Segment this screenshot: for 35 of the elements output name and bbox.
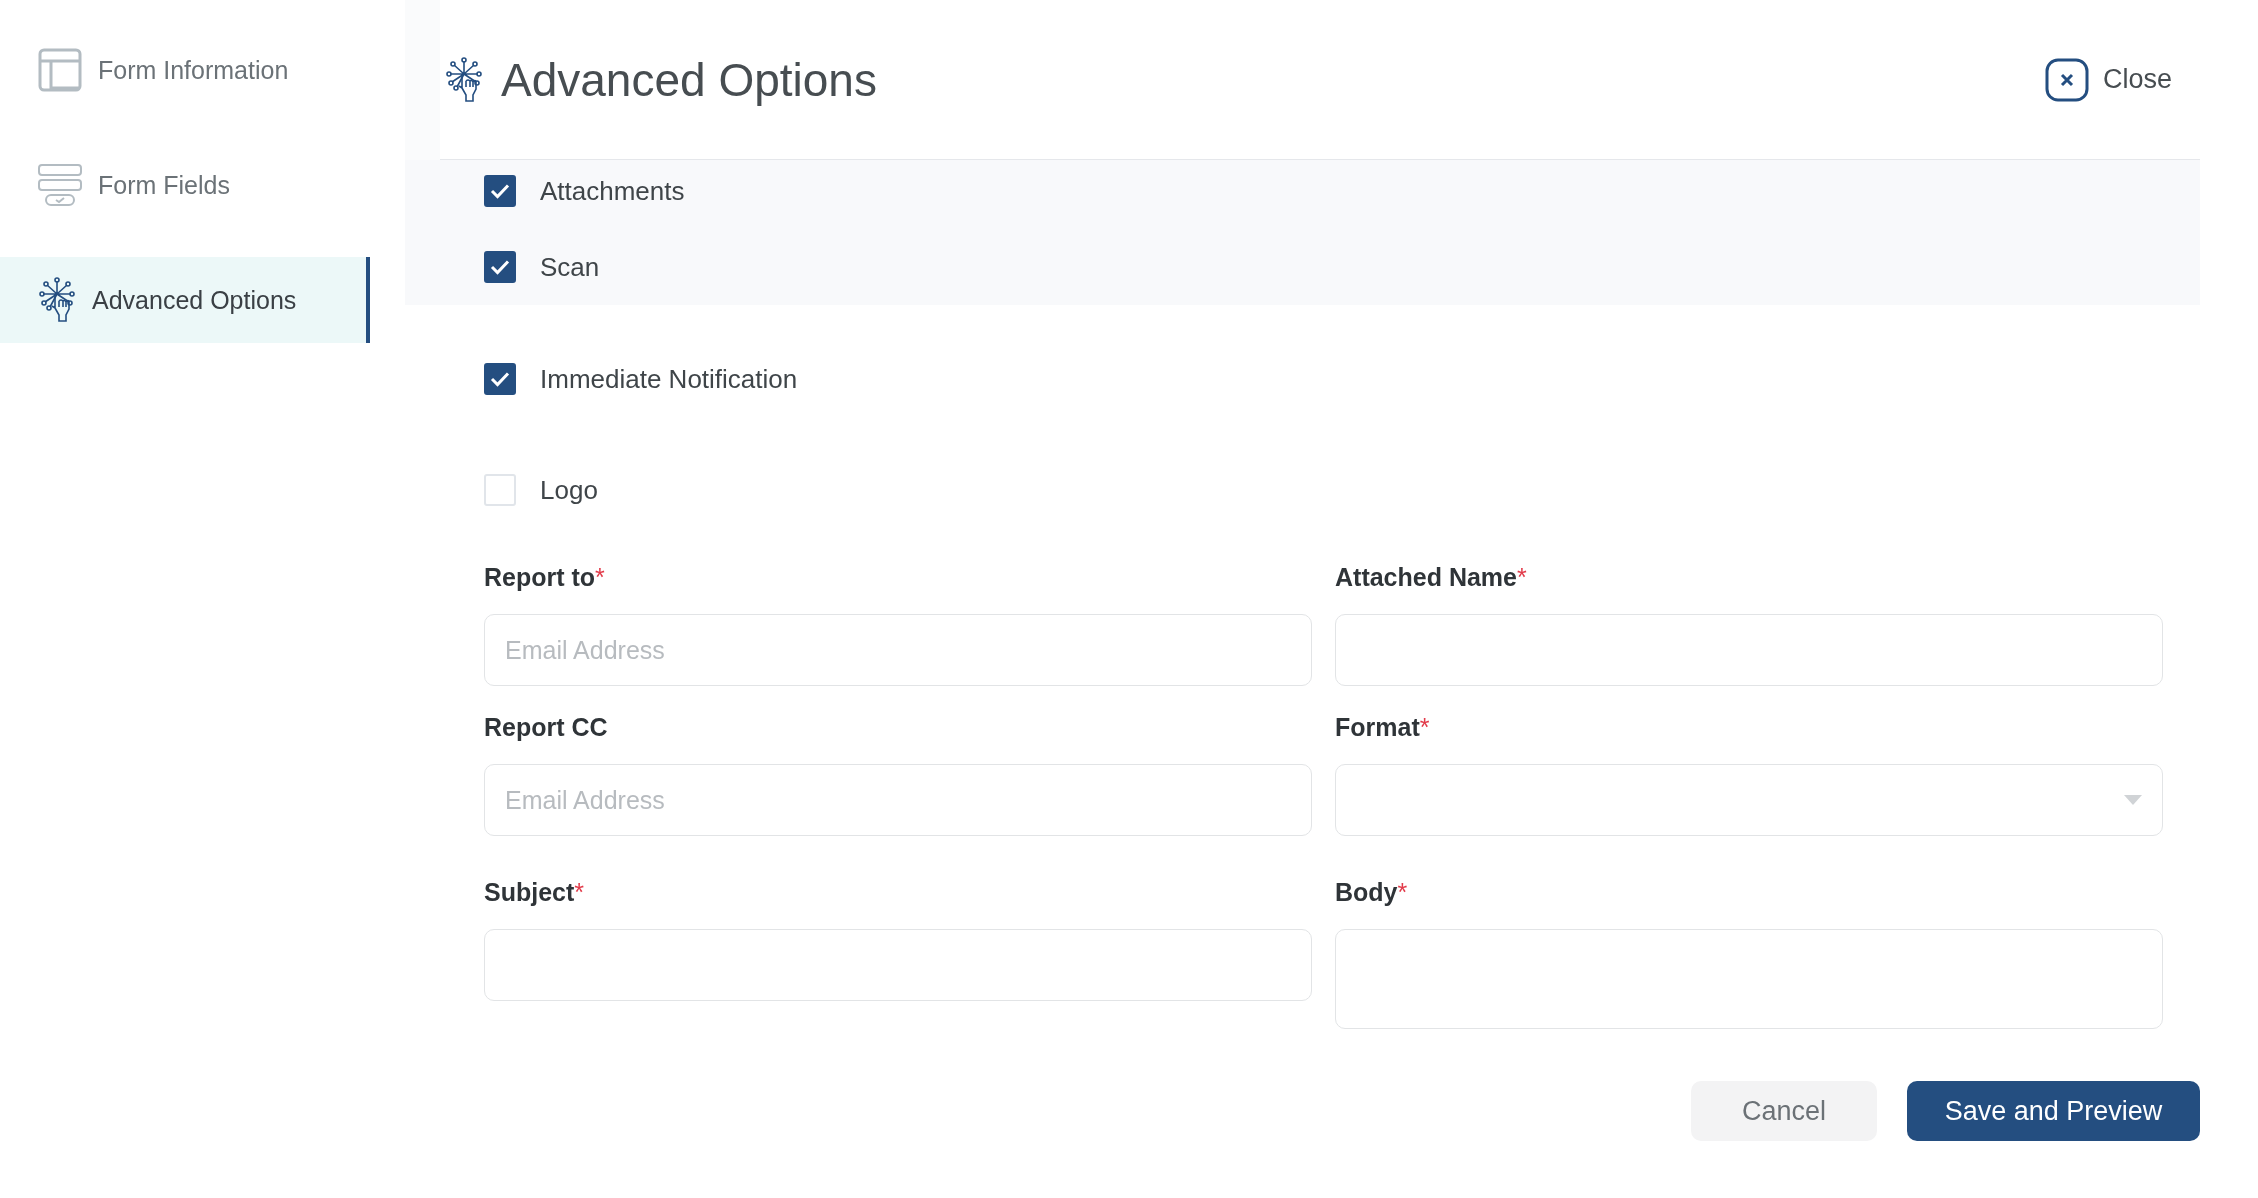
layout-icon [38,48,82,92]
sidebar-item[interactable]: Form Fields [0,142,370,228]
dropdown-field[interactable] [1335,764,2163,836]
close-button[interactable]: Close [2044,57,2172,102]
input-field[interactable]: Email Address [484,614,1312,686]
close-icon [2044,57,2089,102]
checkbox-label: Scan [540,251,600,283]
text-area[interactable] [1335,929,2163,1029]
checkbox[interactable] [484,175,516,207]
form-fields-icon [38,163,82,207]
field-label: Report to* [484,562,606,593]
checkbox[interactable] [484,251,516,283]
input-field[interactable] [484,929,1312,1001]
checkbox-label: Attachments [540,175,685,207]
field-label: Body* [1335,877,1409,908]
field-label: Subject* [484,877,586,908]
cancel-button[interactable]: Cancel [1691,1081,1877,1141]
sidebar-item[interactable]: Form Information [0,27,370,113]
field-label: Report CC [484,712,609,743]
hand-network-icon [445,56,483,103]
save-button[interactable]: Save and Preview [1907,1081,2200,1141]
page-title: Advanced Options [501,52,878,107]
caret-icon [2124,795,2142,805]
checkbox[interactable] [484,363,516,395]
sidebar-item[interactable]: Advanced Options [0,257,370,343]
input-field[interactable] [1335,614,2163,686]
checkbox-label: Immediate Notification [540,363,798,395]
checkbox-label: Logo [540,474,598,506]
field-label: Attached Name* [1335,562,1528,593]
checkmark-icon [490,183,510,199]
checkmark-icon [490,259,510,275]
field-label: Format* [1335,712,1431,743]
checkmark-icon [490,371,510,387]
input-field[interactable]: Email Address [484,764,1312,836]
hand-network-icon [38,277,76,323]
